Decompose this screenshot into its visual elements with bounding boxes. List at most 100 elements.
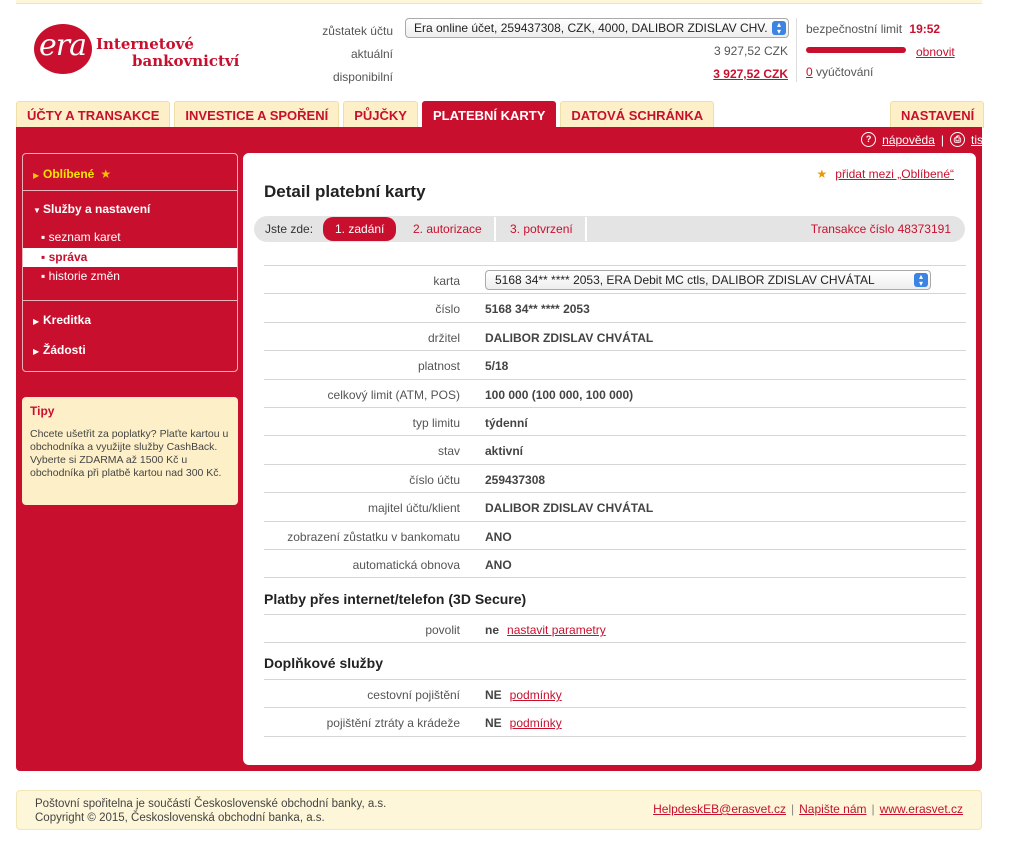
table-row: karta 5168 34** **** 2053, ERA Debit MC …	[264, 265, 966, 293]
write-us-link[interactable]: Napište nám	[799, 802, 866, 816]
sidebar-requests[interactable]: ▶ Žádosti	[23, 343, 237, 357]
security-limit: bezpečnostní limit 19:52	[806, 22, 940, 36]
select-arrow-icon: ▴ ▾	[914, 273, 928, 288]
website-link[interactable]: www.erasvet.cz	[880, 802, 963, 816]
row-label: cestovní pojištění	[367, 688, 460, 702]
row-label: karta	[433, 274, 460, 288]
helpdesk-link[interactable]: HelpdeskEB@erasvet.cz	[653, 802, 786, 816]
tips-text: Chcete ušetřit za poplatky? Plaťte karto…	[30, 428, 229, 479]
row-value: DALIBOR ZDISLAV CHVÁTAL	[485, 501, 654, 516]
step-entry: 1. zadání	[323, 217, 397, 241]
billing-count[interactable]: 0	[806, 65, 813, 79]
row-label: celkový limit (ATM, POS)	[327, 387, 460, 402]
row-value: NE podmínky	[485, 716, 562, 730]
account-label: zůstatek účtu	[322, 24, 393, 38]
row-label: automatická obnova	[352, 557, 460, 572]
tab-accounts[interactable]: ÚČTY A TRANSAKCE	[16, 101, 171, 128]
footer-line2: Copyright © 2015, Československá obchodn…	[35, 812, 325, 824]
tab-data-box[interactable]: DATOVÁ SCHRÁNKA	[560, 101, 715, 128]
logo-text: Internetové bankovnictví	[96, 36, 239, 70]
secure-value: ne	[485, 623, 500, 637]
table-row: povolit ne nastavit parametry	[264, 614, 966, 642]
extra-section-title: Doplňkové služby	[264, 655, 384, 671]
table-row: zobrazení zůstatku v bankomatu ANO	[264, 520, 966, 549]
row-value: DALIBOR ZDISLAV CHVÁTAL	[485, 330, 654, 345]
table-row: cestovní pojištění NE podmínky	[264, 679, 966, 707]
billing-label: vyúčtování	[816, 65, 874, 79]
chevron-right-icon: ▶	[33, 347, 40, 356]
account-select[interactable]: Era online účet, 259437308, CZK, 4000, D…	[405, 18, 789, 38]
sidebar-credits-label: Kreditka	[43, 313, 92, 327]
table-row: platnost 5/18	[264, 350, 966, 378]
actual-label: aktuální	[350, 47, 393, 61]
sidebar-credits[interactable]: ▶ Kreditka	[23, 313, 237, 327]
table-row: automatická obnova ANO	[264, 548, 966, 577]
row-value: 100 000 (100 000, 100 000)	[485, 387, 634, 402]
footer: Poštovní spořitelna je součástí Českoslo…	[16, 790, 982, 830]
step-authorization: 2. autorizace	[401, 217, 496, 241]
help-icon[interactable]: ?	[861, 132, 877, 147]
help-link[interactable]: nápověda	[882, 133, 935, 147]
security-time: 19:52	[909, 22, 941, 36]
row-value: 5168 34** **** 2053	[485, 302, 590, 317]
toolbar-separator: |	[940, 132, 944, 147]
logo-line2: bankovnictví	[132, 52, 240, 70]
sidebar-requests-label: Žádosti	[43, 343, 86, 357]
card-detail-table: karta 5168 34** **** 2053, ERA Debit MC …	[264, 265, 966, 579]
era-logo[interactable]: era Internetové bankovnictví	[34, 22, 239, 82]
sidebar-item-label: správa	[48, 250, 88, 264]
theft-terms-link[interactable]: podmínky	[510, 716, 562, 730]
travel-terms-link[interactable]: podmínky	[510, 688, 562, 702]
sidebar-item-history[interactable]: ▪ historie změn	[23, 267, 237, 286]
security-limit-label: bezpečnostní limit	[806, 22, 903, 36]
table-bottom-line	[264, 735, 966, 737]
add-favorite-link[interactable]: ★ přidat mezi „Oblíbené“	[817, 167, 954, 181]
star-icon: ★	[816, 167, 828, 181]
print-icon[interactable]: ⎙	[950, 132, 965, 147]
breadcrumb: Jste zde: 1. zadání 2. autorizace 3. pot…	[254, 216, 965, 242]
table-row: číslo 5168 34** **** 2053	[264, 293, 966, 321]
theft-value: NE	[485, 716, 502, 731]
sidebar-item-card-list[interactable]: ▪ seznam karet	[23, 228, 237, 247]
table-row: celkový limit (ATM, POS) 100 000 (100 000…	[264, 378, 966, 407]
tab-loans[interactable]: PŮJČKY	[343, 101, 418, 128]
sidebar-services[interactable]: ▼ Služby a nastavení	[23, 202, 237, 216]
card-select-value: 5168 34** **** 2053, ERA Debit MC ctls, …	[495, 273, 875, 287]
set-parameters-link[interactable]: nastavit parametry	[507, 623, 606, 637]
row-value: 259437308	[485, 472, 546, 487]
sidebar: ▶ Oblíbené ★ ▼ Služby a nastavení ▪ seznam …	[22, 153, 238, 372]
secure-section-title: Platby přes internet/telefon (3D Secure)	[264, 591, 527, 607]
table-row: pojištění ztráty a krádeže NE podmínky	[264, 707, 966, 735]
tab-payment-cards[interactable]: PLATEBNÍ KARTY	[421, 101, 557, 128]
renew-link[interactable]: obnovit	[916, 45, 955, 59]
travel-value: NE	[485, 688, 502, 702]
tab-investments[interactable]: INVESTICE A SPOŘENÍ	[174, 101, 340, 128]
sidebar-favorites-label: Oblíbené	[43, 167, 95, 181]
available-label: disponibilní	[332, 70, 393, 84]
row-label: stav	[437, 444, 460, 459]
sidebar-services-label: Služby a nastavení	[43, 202, 151, 216]
card-select[interactable]: 5168 34** **** 2053, ERA Debit MC ctls, …	[485, 270, 931, 290]
main-tabs: ÚČTY A TRANSAKCE INVESTICE A SPOŘENÍ PŮJ…	[16, 101, 718, 128]
chevron-down-icon: ▼	[33, 206, 41, 215]
footer-line1: Poštovní spořitelna je součástí Českoslo…	[35, 798, 387, 810]
billing[interactable]: 0 vyúčtování	[806, 65, 873, 79]
extra-services-table: cestovní pojištění NE podmínky pojištění …	[264, 679, 966, 737]
available-balance[interactable]: 3 927,52 CZK	[713, 67, 788, 81]
row-label: majitel účtu/klient	[367, 501, 460, 516]
footer-separator: |	[871, 802, 875, 816]
sidebar-item-management[interactable]: ▪ správa	[23, 248, 237, 267]
header-divider	[796, 18, 797, 82]
table-row: číslo účtu 259437308	[264, 463, 966, 492]
sidebar-item-label: seznam karet	[48, 230, 121, 244]
step-confirmation: 3. potvrzení	[498, 217, 587, 241]
print-link[interactable]: tisk	[971, 133, 989, 147]
table-row: stav aktivní	[264, 435, 966, 463]
tab-settings[interactable]: NASTAVENÍ	[890, 101, 985, 128]
sidebar-divider	[23, 300, 237, 301]
logo-mark: era	[39, 28, 87, 63]
row-label: povolit	[425, 623, 460, 637]
footer-links: HelpdeskEB@erasvet.cz | Napište nám | www.er…	[653, 802, 963, 816]
row-label: pojištění ztráty a krádeže	[326, 716, 460, 731]
sidebar-favorites[interactable]: ▶ Oblíbené ★	[23, 167, 237, 181]
